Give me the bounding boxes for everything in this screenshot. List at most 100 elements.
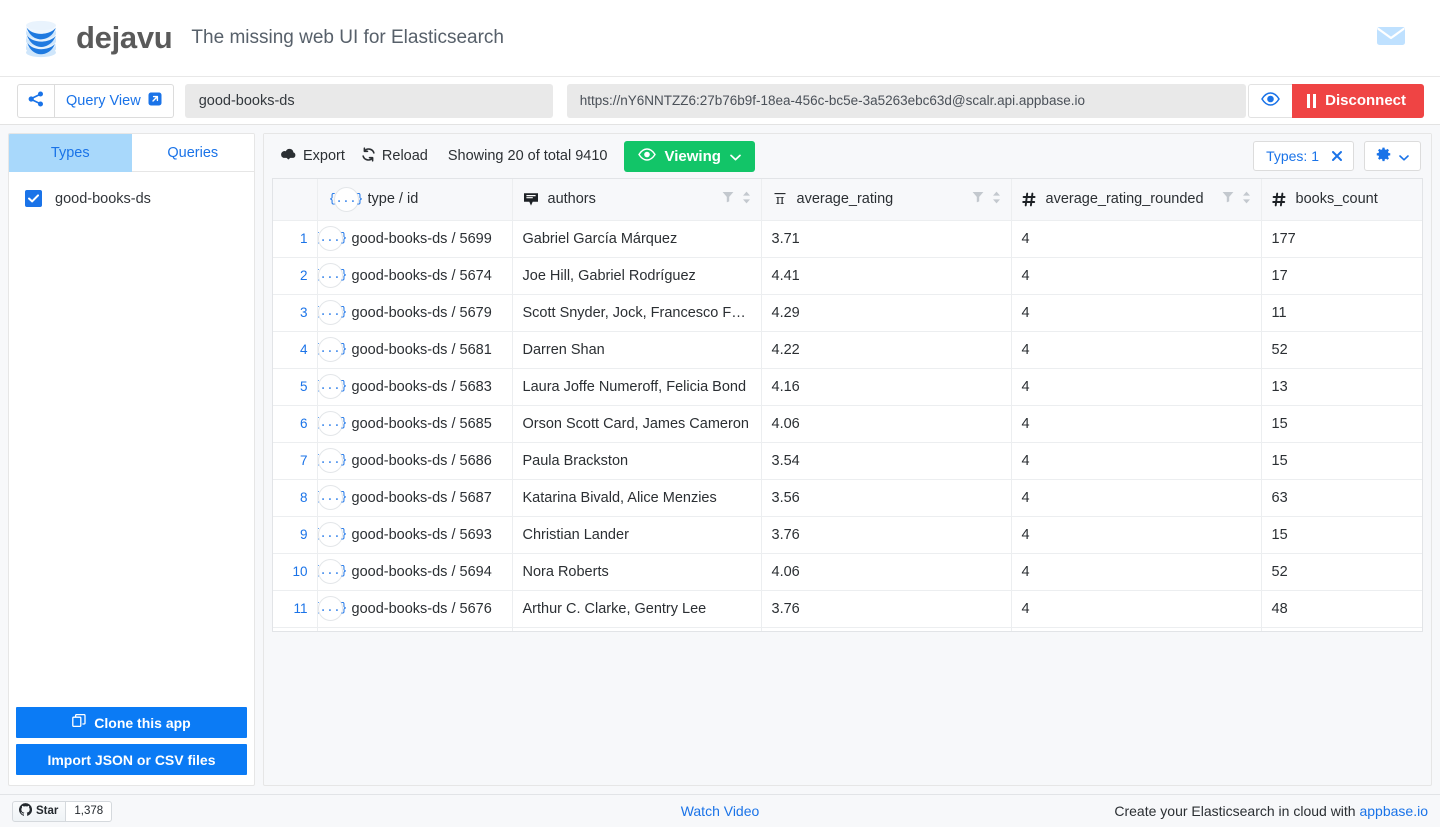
cell-authors[interactable]: Katarina Bivald, Alice Menzies	[512, 479, 761, 516]
cell-type-id[interactable]: {...}	[317, 627, 512, 632]
cell-authors[interactable]: Joe Hill, Gabriel Rodríguez	[512, 257, 761, 294]
types-filter-chip[interactable]: Types: 1	[1253, 141, 1354, 171]
filter-icon[interactable]	[1222, 191, 1234, 207]
cell-books-count[interactable]: 11	[1261, 294, 1422, 331]
cell-average-rating[interactable]: 4.29	[761, 294, 1011, 331]
cell-type-id[interactable]: {...}good-books-ds / 5679	[317, 294, 512, 331]
close-icon[interactable]	[1329, 142, 1353, 170]
column-header-authors[interactable]: authors	[512, 179, 761, 220]
json-icon[interactable]: {...}	[318, 411, 343, 436]
cell-average-rating-rounded[interactable]: 4	[1011, 294, 1261, 331]
reload-button[interactable]: Reload	[353, 142, 436, 170]
table-row[interactable]: 7 {...}good-books-ds / 5686 Paula Bracks…	[273, 442, 1422, 479]
column-header-average-rating[interactable]: π average_rating	[761, 179, 1011, 220]
cell-average-rating-rounded[interactable]: 4	[1011, 368, 1261, 405]
import-files-button[interactable]: Import JSON or CSV files	[16, 744, 247, 775]
cell-type-id[interactable]: {...}good-books-ds / 5683	[317, 368, 512, 405]
json-icon[interactable]: {...}	[318, 448, 343, 473]
export-button[interactable]: Export	[272, 142, 353, 170]
json-icon[interactable]: {...}	[318, 226, 343, 251]
viewing-mode-button[interactable]: Viewing	[624, 141, 755, 172]
cell-average-rating[interactable]: 3.71	[761, 220, 1011, 257]
watch-video-link[interactable]: Watch Video	[681, 803, 760, 819]
cell-type-id[interactable]: {...}good-books-ds / 5681	[317, 331, 512, 368]
table-row[interactable]: 6 {...}good-books-ds / 5685 Orson Scott …	[273, 405, 1422, 442]
json-icon[interactable]: {...}	[318, 337, 343, 362]
cell-books-count[interactable]: 15	[1261, 405, 1422, 442]
table-row[interactable]: 1 {...}good-books-ds / 5699 Gabriel Garc…	[273, 220, 1422, 257]
cell-type-id[interactable]: {...}good-books-ds / 5693	[317, 516, 512, 553]
cell-average-rating-rounded[interactable]: 4	[1011, 331, 1261, 368]
table-row[interactable]: 5 {...}good-books-ds / 5683 Laura Joffe …	[273, 368, 1422, 405]
table-row[interactable]: 3 {...}good-books-ds / 5679 Scott Snyder…	[273, 294, 1422, 331]
cell-average-rating[interactable]: 4.41	[761, 257, 1011, 294]
cell-books-count[interactable]: 63	[1261, 479, 1422, 516]
cell-average-rating[interactable]: 4.16	[761, 368, 1011, 405]
table-row[interactable]: 12 {...}	[273, 627, 1422, 632]
cell-average-rating[interactable]: 3.76	[761, 516, 1011, 553]
cell-type-id[interactable]: {...}good-books-ds / 5694	[317, 553, 512, 590]
cell-type-id[interactable]: {...}good-books-ds / 5685	[317, 405, 512, 442]
table-row[interactable]: 8 {...}good-books-ds / 5687 Katarina Biv…	[273, 479, 1422, 516]
filter-icon[interactable]	[972, 191, 984, 207]
json-icon[interactable]: {...}	[318, 596, 343, 621]
cell-books-count[interactable]: 13	[1261, 368, 1422, 405]
cell-books-count[interactable]: 52	[1261, 553, 1422, 590]
envelope-icon[interactable]	[1376, 25, 1406, 52]
cell-average-rating-rounded[interactable]: 4	[1011, 442, 1261, 479]
cell-books-count[interactable]: 177	[1261, 220, 1422, 257]
cell-authors[interactable]: Scott Snyder, Jock, Francesco Francavill…	[512, 294, 761, 331]
cell-books-count[interactable]: 15	[1261, 442, 1422, 479]
cell-authors[interactable]: Darren Shan	[512, 331, 761, 368]
cell-books-count[interactable]	[1261, 627, 1422, 632]
cell-type-id[interactable]: {...}good-books-ds / 5699	[317, 220, 512, 257]
cell-type-id[interactable]: {...}good-books-ds / 5686	[317, 442, 512, 479]
cell-type-id[interactable]: {...}good-books-ds / 5676	[317, 590, 512, 627]
cell-authors[interactable]: Arthur C. Clarke, Gentry Lee	[512, 590, 761, 627]
cell-average-rating-rounded[interactable]: 4	[1011, 553, 1261, 590]
cell-books-count[interactable]: 17	[1261, 257, 1422, 294]
cell-average-rating-rounded[interactable]: 4	[1011, 220, 1261, 257]
type-list-item[interactable]: good-books-ds	[9, 185, 254, 212]
cell-average-rating-rounded[interactable]: 4	[1011, 405, 1261, 442]
json-icon[interactable]: {...}	[318, 374, 343, 399]
cell-average-rating-rounded[interactable]: 4	[1011, 516, 1261, 553]
cell-authors[interactable]	[512, 627, 761, 632]
query-view-button[interactable]: Query View	[55, 84, 174, 118]
json-icon[interactable]: {...}	[318, 300, 343, 325]
cell-average-rating-rounded[interactable]: 4	[1011, 590, 1261, 627]
cell-authors[interactable]: Nora Roberts	[512, 553, 761, 590]
clone-this-app-button[interactable]: Clone this app	[16, 707, 247, 738]
disconnect-button[interactable]: Disconnect	[1292, 84, 1424, 118]
cell-average-rating-rounded[interactable]	[1011, 627, 1261, 632]
json-icon[interactable]: {...}	[318, 559, 343, 584]
cell-books-count[interactable]: 48	[1261, 590, 1422, 627]
sort-icon[interactable]	[1242, 191, 1251, 208]
cell-average-rating[interactable]: 3.76	[761, 590, 1011, 627]
sidebar-tab-queries[interactable]: Queries	[132, 134, 255, 172]
cell-average-rating-rounded[interactable]: 4	[1011, 479, 1261, 516]
github-star-label-wrap[interactable]: Star	[12, 801, 66, 822]
settings-button[interactable]	[1364, 141, 1421, 171]
share-button[interactable]	[17, 84, 55, 118]
toggle-url-visibility-button[interactable]	[1248, 84, 1292, 118]
cell-average-rating[interactable]	[761, 627, 1011, 632]
cell-type-id[interactable]: {...}good-books-ds / 5674	[317, 257, 512, 294]
cell-books-count[interactable]: 52	[1261, 331, 1422, 368]
table-row[interactable]: 11 {...}good-books-ds / 5676 Arthur C. C…	[273, 590, 1422, 627]
sort-icon[interactable]	[992, 191, 1001, 208]
sidebar-tab-types[interactable]: Types	[9, 134, 132, 172]
cell-average-rating[interactable]: 4.06	[761, 553, 1011, 590]
cell-type-id[interactable]: {...}good-books-ds / 5687	[317, 479, 512, 516]
github-star-button[interactable]: Star 1,378	[12, 801, 112, 822]
type-checkbox[interactable]	[25, 190, 42, 207]
cell-authors[interactable]: Paula Brackston	[512, 442, 761, 479]
table-row[interactable]: 10 {...}good-books-ds / 5694 Nora Robert…	[273, 553, 1422, 590]
json-icon[interactable]: {...}	[318, 522, 343, 547]
sort-icon[interactable]	[742, 191, 751, 208]
results-table-container[interactable]: {...} type / id	[272, 178, 1423, 632]
cell-authors[interactable]: Orson Scott Card, James Cameron	[512, 405, 761, 442]
cell-average-rating[interactable]: 3.56	[761, 479, 1011, 516]
cell-books-count[interactable]: 15	[1261, 516, 1422, 553]
column-header-average-rating-rounded[interactable]: average_rating_rounded	[1011, 179, 1261, 220]
